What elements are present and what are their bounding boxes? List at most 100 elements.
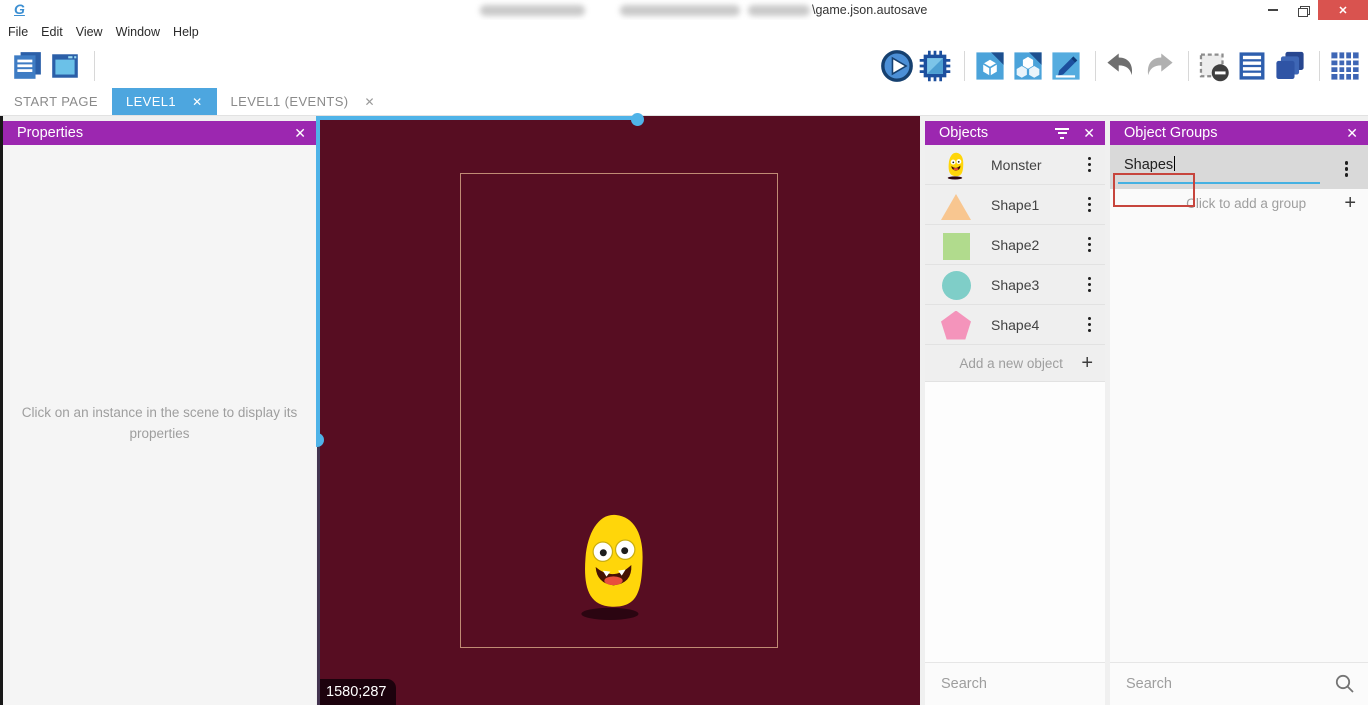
- object-menu-icon[interactable]: [1082, 313, 1098, 337]
- group-edit-row[interactable]: Shapes: [1110, 145, 1368, 189]
- grid-icon[interactable]: [1328, 49, 1362, 83]
- tab-label: LEVEL1: [126, 94, 176, 109]
- tab-label: START PAGE: [14, 94, 98, 109]
- selection-handle-top[interactable]: [631, 113, 644, 126]
- tab-start-page[interactable]: START PAGE: [0, 88, 112, 115]
- filter-icon[interactable]: [1055, 128, 1069, 139]
- undo-icon[interactable]: [1104, 49, 1138, 83]
- group-menu-icon[interactable]: [1339, 157, 1355, 181]
- panel-title: Objects: [939, 125, 1055, 141]
- properties-panel: Properties ✕ Click on an instance in the…: [3, 121, 316, 705]
- group-name-input[interactable]: Shapes: [1124, 156, 1175, 173]
- properties-header: Properties ✕: [3, 121, 316, 145]
- redacted-title-segment: [748, 5, 810, 16]
- menu-edit[interactable]: Edit: [41, 25, 74, 39]
- restore-icon: [1298, 6, 1308, 15]
- editor-tab-bar: START PAGE LEVEL1 ✕ LEVEL1 (EVENTS) ✕: [0, 88, 1368, 116]
- objects-search-input[interactable]: [941, 676, 1128, 692]
- object-menu-icon[interactable]: [1082, 193, 1098, 217]
- debug-icon[interactable]: [918, 49, 952, 83]
- panel-title: Object Groups: [1124, 125, 1336, 141]
- close-panel-icon[interactable]: ✕: [1083, 125, 1095, 142]
- selection-edge-left[interactable]: [316, 116, 320, 440]
- close-tab-icon[interactable]: ✕: [365, 95, 375, 109]
- restore-button[interactable]: [1288, 0, 1318, 20]
- scene-canvas[interactable]: 1580;287: [320, 116, 920, 705]
- objects-empty-area: [925, 382, 1105, 662]
- object-name: Shape4: [971, 317, 1082, 333]
- add-object-label: Add a new object: [941, 356, 1081, 371]
- object-row-shape1[interactable]: Shape1: [925, 185, 1105, 225]
- objects-search-bar: [925, 662, 1105, 705]
- gdevelop-logo-icon: G: [14, 1, 25, 17]
- start-page-window-icon[interactable]: [48, 49, 82, 83]
- object-row-monster[interactable]: Monster: [925, 145, 1105, 185]
- object-groups-header: Object Groups ✕: [1110, 121, 1368, 145]
- object-menu-icon[interactable]: [1082, 153, 1098, 177]
- menu-view[interactable]: View: [76, 25, 114, 39]
- menu-help[interactable]: Help: [173, 25, 210, 39]
- close-panel-icon[interactable]: ✕: [1346, 125, 1358, 142]
- instances-list-icon[interactable]: [1235, 49, 1269, 83]
- minimize-button[interactable]: [1258, 0, 1288, 20]
- object-row-shape3[interactable]: Shape3: [925, 265, 1105, 305]
- add-object-button[interactable]: Add a new object +: [925, 345, 1105, 382]
- monster-instance[interactable]: [578, 512, 650, 622]
- selection-edge-top[interactable]: [320, 116, 638, 120]
- tab-level1[interactable]: LEVEL1 ✕: [112, 88, 217, 115]
- object-menu-icon[interactable]: [1082, 233, 1098, 257]
- object-row-shape2[interactable]: Shape2: [925, 225, 1105, 265]
- object-name: Monster: [971, 157, 1082, 173]
- window-controls: ✕: [1258, 0, 1368, 20]
- search-icon: [1334, 673, 1356, 695]
- object-name: Shape2: [971, 237, 1082, 253]
- menu-file[interactable]: File: [8, 25, 39, 39]
- object-groups-panel: Object Groups ✕ Shapes Click to add a gr…: [1110, 121, 1368, 705]
- square-thumbnail: [941, 230, 971, 260]
- triangle-thumbnail: [941, 190, 971, 220]
- toolbar-divider: [964, 51, 965, 81]
- tab-label: LEVEL1 (EVENTS): [231, 94, 349, 109]
- deselect-instances-icon[interactable]: [1197, 49, 1231, 83]
- panel-title: Properties: [17, 125, 284, 141]
- properties-body: Click on an instance in the scene to dis…: [3, 145, 316, 705]
- play-icon[interactable]: [880, 49, 914, 83]
- toolbar-divider: [1319, 51, 1320, 81]
- cursor-coordinates: 1580;287: [320, 679, 396, 705]
- object-groups-editor-icon[interactable]: [1011, 49, 1045, 83]
- layers-icon[interactable]: [1273, 49, 1307, 83]
- project-manager-icon[interactable]: [10, 49, 44, 83]
- properties-hint: Click on an instance in the scene to dis…: [14, 403, 306, 445]
- objects-header: Objects ✕: [925, 121, 1105, 145]
- circle-thumbnail: [941, 270, 971, 300]
- close-tab-icon[interactable]: ✕: [192, 95, 202, 109]
- plus-icon: +: [1081, 352, 1093, 375]
- object-row-shape4[interactable]: Shape4: [925, 305, 1105, 345]
- tab-level1-events[interactable]: LEVEL1 (EVENTS) ✕: [217, 88, 389, 115]
- menu-bar: File Edit View Window Help: [0, 20, 1368, 44]
- close-panel-icon[interactable]: ✕: [294, 125, 306, 142]
- objects-editor-icon[interactable]: [973, 49, 1007, 83]
- title-bar: G \game.json.autosave ✕: [0, 0, 1368, 20]
- window-title: \game.json.autosave: [812, 3, 927, 17]
- object-name: Shape3: [971, 277, 1082, 293]
- groups-search-input[interactable]: [1126, 676, 1334, 692]
- redacted-title-segment: [480, 5, 585, 16]
- object-name: Shape1: [971, 197, 1082, 213]
- objects-panel: Objects ✕ Monster Shape1 Shape2 Shape3: [925, 121, 1105, 705]
- groups-search-bar: [1110, 662, 1368, 705]
- toolbar-divider: [1095, 51, 1096, 81]
- toolbar-divider: [1188, 51, 1189, 81]
- gdevelop-window: G \game.json.autosave ✕ File Edit View W…: [0, 0, 1368, 705]
- object-menu-icon[interactable]: [1082, 273, 1098, 297]
- redo-icon[interactable]: [1142, 49, 1176, 83]
- redacted-title-segment: [620, 5, 740, 16]
- pentagon-thumbnail: [941, 310, 971, 340]
- plus-icon: +: [1344, 192, 1356, 215]
- edit-scene-icon[interactable]: [1049, 49, 1083, 83]
- main-toolbar: 1:1: [0, 44, 1368, 88]
- groups-empty-area: [1110, 217, 1368, 662]
- toolbar-divider: [94, 51, 95, 81]
- menu-window[interactable]: Window: [116, 25, 171, 39]
- close-button[interactable]: ✕: [1318, 0, 1368, 20]
